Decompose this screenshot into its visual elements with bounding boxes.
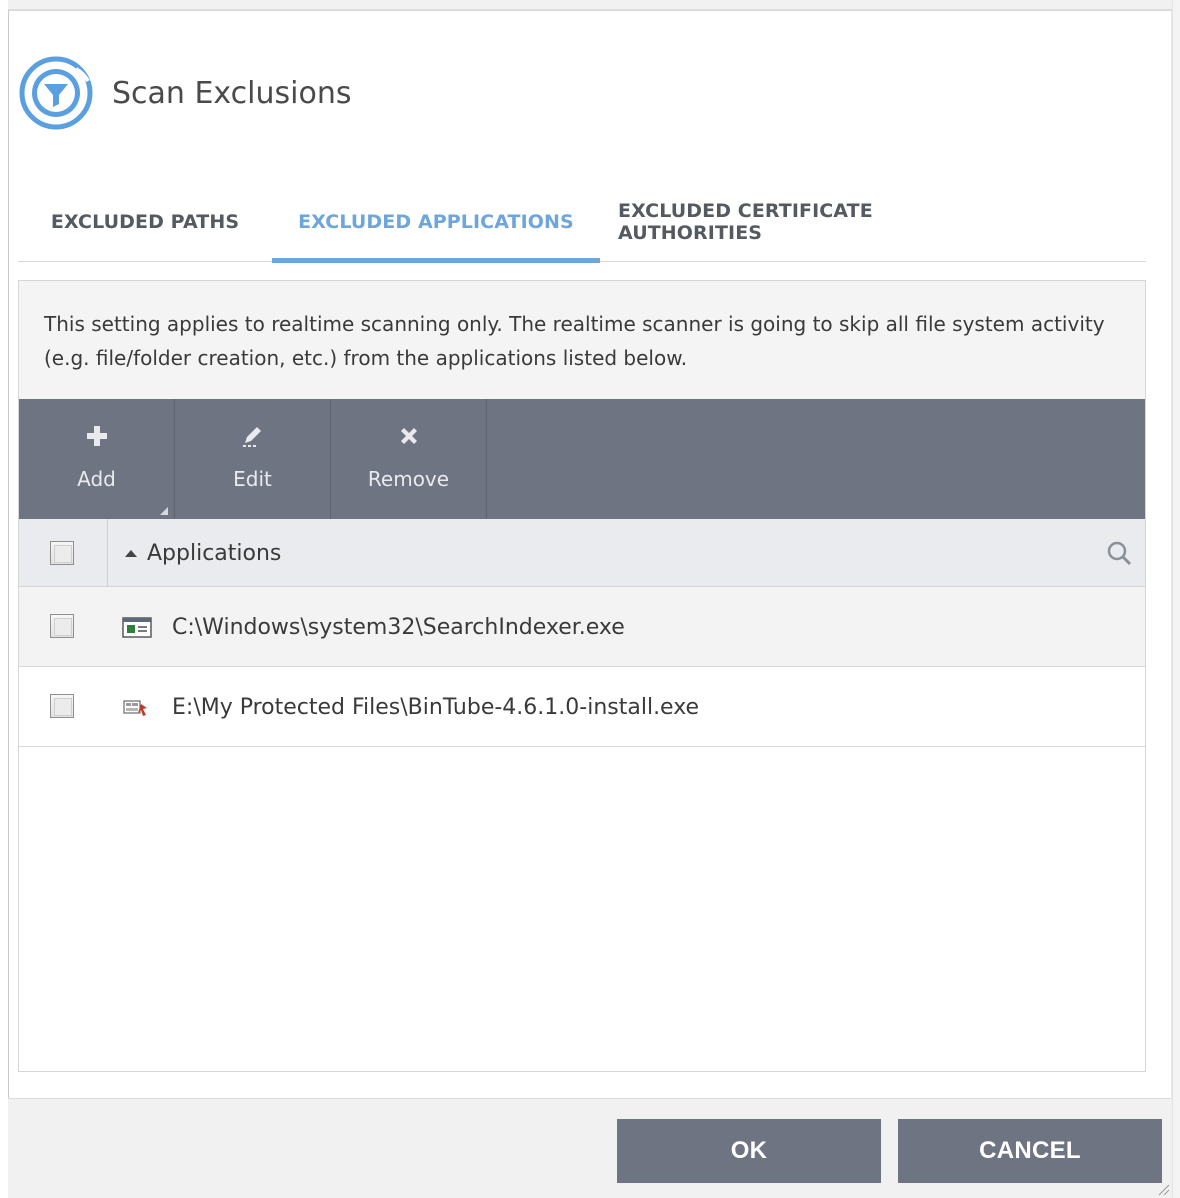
tab-excluded-certificate-authorities[interactable]: EXCLUDED CERTIFICATE AUTHORITIES: [618, 182, 1022, 262]
pencil-icon: [240, 423, 266, 449]
select-all-checkbox[interactable]: [50, 541, 74, 565]
scrollbar-gutter: [1172, 0, 1180, 1198]
window-top-strip: [8, 0, 1172, 10]
remove-label: Remove: [367, 467, 450, 491]
dialog-footer: OK CANCEL: [8, 1098, 1172, 1198]
select-all-cell: [19, 519, 108, 587]
windows-app-icon: [122, 617, 152, 638]
add-label: Add: [77, 467, 116, 491]
application-path: C:\Windows\system32\SearchIndexer.exe: [172, 614, 625, 640]
grid-header: Applications: [19, 519, 1145, 587]
installer-icon: [123, 700, 147, 716]
edit-button[interactable]: Edit: [175, 399, 331, 519]
search-icon[interactable]: [1105, 539, 1133, 567]
remove-button[interactable]: Remove: [331, 399, 487, 519]
dropdown-corner-icon: [160, 507, 168, 515]
scan-exclusions-filter-icon: [19, 56, 93, 130]
applications-column-header[interactable]: Applications: [125, 519, 281, 587]
table-row[interactable]: C:\Windows\system32\SearchIndexer.exe: [19, 587, 1145, 667]
sort-ascending-icon: [125, 549, 137, 557]
table-row[interactable]: E:\My Protected Files\BinTube-4.6.1.0-in…: [19, 667, 1145, 747]
tab-bar: EXCLUDED PATHS EXCLUDED APPLICATIONS EXC…: [18, 182, 1146, 263]
x-icon: [396, 423, 422, 449]
add-button[interactable]: Add: [19, 399, 175, 519]
toolbar: Add Edit Remove: [19, 399, 1145, 519]
ok-button[interactable]: OK: [617, 1119, 881, 1183]
edit-label: Edit: [233, 467, 272, 491]
application-path: E:\My Protected Files\BinTube-4.6.1.0-in…: [172, 694, 700, 720]
content-panel: This setting applies to realtime scannin…: [18, 280, 1146, 1072]
info-text: This setting applies to realtime scannin…: [19, 281, 1145, 399]
plus-icon: [84, 423, 110, 449]
tab-excluded-applications[interactable]: EXCLUDED APPLICATIONS: [272, 182, 600, 263]
applications-column-label: Applications: [147, 540, 282, 566]
row-checkbox[interactable]: [50, 614, 74, 638]
cancel-button[interactable]: CANCEL: [898, 1119, 1162, 1183]
resize-grip-icon[interactable]: [1154, 1180, 1170, 1196]
tab-excluded-paths[interactable]: EXCLUDED PATHS: [18, 182, 272, 262]
dialog-header: Scan Exclusions: [18, 54, 351, 132]
dialog-title: Scan Exclusions: [112, 75, 352, 111]
row-checkbox[interactable]: [50, 694, 74, 718]
